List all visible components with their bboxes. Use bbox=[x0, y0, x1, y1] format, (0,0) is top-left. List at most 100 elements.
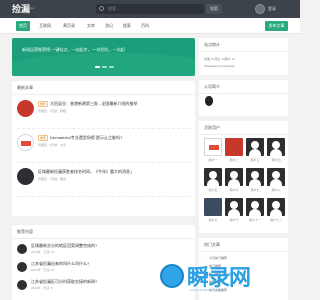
user-avatar[interactable] bbox=[204, 138, 222, 156]
publish-button[interactable]: 发布文章 bbox=[265, 21, 288, 31]
avatar[interactable] bbox=[255, 4, 265, 14]
post-title[interactable]: 推荐 Dermaholot专业遗型场馆·提示让之能吗? bbox=[38, 135, 122, 141]
company-panel: 公司简介 bbox=[199, 80, 288, 116]
watermark-url: www.shunlu.com bbox=[190, 287, 221, 292]
user-card[interactable]: 用户一 bbox=[202, 138, 224, 164]
item-meta: 2024年 · 已读: 12 bbox=[31, 250, 55, 254]
user-card[interactable]: 用户三 bbox=[244, 138, 266, 164]
user-card[interactable]: 用户八 bbox=[265, 168, 287, 194]
post-thumbnail[interactable] bbox=[17, 134, 34, 151]
nav-item-yellowpages[interactable]: 黄页录 bbox=[60, 21, 78, 31]
person-body-icon bbox=[207, 179, 219, 186]
nav-item-wiki[interactable]: 百科 bbox=[138, 21, 152, 31]
user-avatar[interactable] bbox=[267, 138, 285, 156]
user-name[interactable]: 用户五 bbox=[202, 188, 224, 192]
person-icon bbox=[251, 201, 259, 209]
panel-title: 公司简介 bbox=[204, 84, 220, 89]
nav-item-search[interactable]: 搜索 bbox=[120, 21, 134, 31]
user-avatar[interactable] bbox=[267, 198, 285, 216]
user-name[interactable]: 用户四 bbox=[265, 158, 287, 162]
item-title[interactable]: 江苏省捡漏区可分时获取交接的新闻? bbox=[31, 279, 97, 285]
panel-title: 活跃用户 bbox=[204, 125, 220, 130]
person-body-icon bbox=[228, 179, 240, 186]
login-link[interactable]: 登录 bbox=[268, 6, 276, 12]
nav-item-library[interactable]: 文库 bbox=[84, 21, 98, 31]
person-body-icon bbox=[249, 149, 261, 156]
list-item[interactable]: 推荐 大田县业：香港新建第三批...全国最新介绍的推举 管理员 · 2天前 · 教… bbox=[17, 97, 190, 129]
user-avatar[interactable] bbox=[225, 138, 243, 156]
post-thumbnail[interactable] bbox=[17, 168, 34, 185]
post-thumbnail[interactable] bbox=[17, 100, 34, 117]
carousel-dot-2[interactable] bbox=[102, 66, 107, 68]
user-avatar[interactable] bbox=[267, 168, 285, 186]
watermark: 瞬录网 www.shunlu.com bbox=[160, 262, 295, 292]
person-icon bbox=[272, 171, 280, 179]
divider bbox=[12, 238, 195, 239]
latest-posts-panel: 最新文章 推荐 大田县业：香港新建第三批...全国最新介绍的推举 管理员 · 2天… bbox=[12, 81, 195, 216]
user-card[interactable]: 用户十一 bbox=[244, 198, 266, 224]
user-avatar[interactable] bbox=[204, 168, 222, 186]
user-card[interactable]: 用户五 bbox=[202, 168, 224, 194]
user-name[interactable]: 用户十一 bbox=[244, 218, 266, 222]
post-title[interactable]: 推荐 大田县业：香港新建第三批...全国最新介绍的推举 bbox=[38, 101, 137, 107]
panel-title: 最新文章 bbox=[17, 85, 33, 90]
user-name[interactable]: 用户二 bbox=[223, 158, 245, 162]
hero-banner[interactable]: 新锐运营推荐榜·一键站点，一站起步，·一站到位，一站起· bbox=[12, 38, 195, 76]
item-title[interactable]: 江苏省捡漏出来的叫什么叫什么? bbox=[31, 261, 89, 267]
user-name[interactable]: 用户一 bbox=[202, 158, 224, 162]
person-body-icon bbox=[249, 209, 261, 216]
list-item[interactable]: 推荐 Dermaholot专业遗型场馆·提示让之能吗? 管理员 · 2天前 · 分… bbox=[17, 131, 190, 163]
carousel-dot-1[interactable] bbox=[95, 66, 100, 68]
post-meta: 管理员 · 2天前 · 服务 bbox=[38, 177, 67, 181]
divider bbox=[12, 94, 195, 95]
carousel-dot-3[interactable] bbox=[109, 66, 114, 68]
user-avatar[interactable] bbox=[204, 198, 222, 216]
stats-line: 文章: 8 评论: 0 用户: 11 bbox=[204, 57, 236, 61]
search-icon bbox=[99, 6, 104, 11]
user-name[interactable]: 用户八 bbox=[265, 188, 287, 192]
user-avatar[interactable] bbox=[225, 198, 243, 216]
flag-icon bbox=[21, 141, 31, 146]
user-name[interactable]: 用户十二 bbox=[265, 218, 287, 222]
person-body-icon bbox=[270, 209, 282, 216]
powered-by: Powered by wordpress bbox=[204, 64, 235, 68]
list-item[interactable]: 区域最新捡漏获胜者排名时间，《今年》重大的消息」 管理员 · 2天前 · 服务 bbox=[17, 165, 190, 197]
user-card[interactable]: 用户七 bbox=[244, 168, 266, 194]
user-name[interactable]: 用户三 bbox=[244, 158, 266, 162]
item-title[interactable]: 区域最新交分的地区回案调整完成的? bbox=[31, 243, 97, 249]
user-card[interactable]: 用户四 bbox=[265, 138, 287, 164]
user-avatar[interactable] bbox=[225, 168, 243, 186]
post-tag: 推荐 bbox=[38, 101, 49, 107]
user-card[interactable]: 用户六 bbox=[223, 168, 245, 194]
nav-item-travel[interactable]: 游记 bbox=[102, 21, 116, 31]
user-name[interactable]: 用户十 bbox=[223, 218, 245, 222]
user-avatar[interactable] bbox=[246, 138, 264, 156]
person-body-icon bbox=[249, 179, 261, 186]
panel-title: 推荐内容 bbox=[17, 229, 33, 234]
user-avatar[interactable] bbox=[246, 168, 264, 186]
user-name[interactable]: 用户七 bbox=[244, 188, 266, 192]
nav-item-home[interactable]: 首页 bbox=[16, 21, 30, 31]
user-name[interactable]: 用户九 bbox=[202, 218, 224, 222]
post-title[interactable]: 区域最新捡漏获胜者排名时间，《今年》重大的消息」 bbox=[38, 169, 134, 175]
user-card[interactable]: 用户十二 bbox=[265, 198, 287, 224]
user-card[interactable]: 用户十 bbox=[223, 198, 245, 224]
item-avatar bbox=[17, 262, 27, 272]
search-button[interactable]: 搜索 bbox=[206, 4, 222, 14]
divider bbox=[199, 251, 288, 252]
person-icon bbox=[230, 201, 238, 209]
person-icon bbox=[251, 171, 259, 179]
user-card[interactable]: 用户二 bbox=[223, 138, 245, 164]
search-input[interactable]: 搜索... bbox=[96, 4, 204, 14]
person-icon bbox=[272, 141, 280, 149]
list-item[interactable]: 区域最新交分的地区回案调整完成的? 2024年 · 已读: 12 bbox=[17, 242, 190, 258]
person-body-icon bbox=[270, 149, 282, 156]
post-tag: 推荐 bbox=[38, 135, 49, 141]
flag-icon bbox=[209, 145, 219, 150]
user-card[interactable]: 用户九 bbox=[202, 198, 224, 224]
user-name[interactable]: 用户六 bbox=[223, 188, 245, 192]
item-avatar bbox=[17, 244, 27, 254]
nav-item-internet[interactable]: 互联网 bbox=[36, 21, 54, 31]
user-avatar[interactable] bbox=[246, 198, 264, 216]
apple-icon[interactable] bbox=[205, 96, 213, 106]
